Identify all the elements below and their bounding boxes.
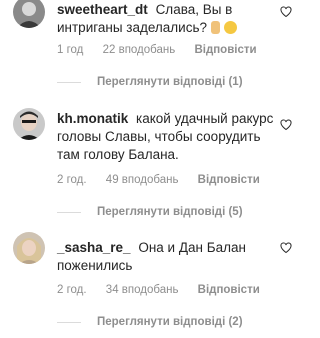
comment-time[interactable]: 2 год.	[57, 284, 87, 296]
view-replies-button[interactable]: Переглянути відповіді (5)	[57, 206, 243, 218]
comment-body: sweetheart_dt Слава, Вы в интриганы заде…	[57, 1, 275, 37]
comment-username[interactable]: _sasha_re_	[57, 240, 131, 255]
comment-3: _sasha_re_ Она и Дан Балан поженились 2 …	[0, 228, 308, 338]
reply-button[interactable]: Відповісти	[198, 174, 260, 186]
comment-body: _sasha_re_ Она и Дан Балан поженились	[57, 239, 275, 275]
view-replies-button[interactable]: Переглянути відповіді (2)	[57, 316, 243, 328]
comment-time[interactable]: 1 год	[57, 44, 83, 56]
divider-line	[57, 211, 81, 213]
view-replies-button[interactable]: Переглянути відповіді (1)	[57, 76, 243, 88]
divider-line	[57, 321, 81, 323]
reply-button[interactable]: Відповісти	[198, 284, 260, 296]
comment-meta: 1 год 22 вподобань Відповісти	[57, 44, 257, 56]
avatar[interactable]	[13, 108, 45, 140]
comment-time[interactable]: 2 год.	[57, 174, 87, 186]
laughing-emoji-icon	[223, 21, 237, 34]
comment-meta: 2 год. 34 вподобань Відповісти	[57, 284, 260, 296]
comment-likes[interactable]: 49 вподобань	[106, 174, 179, 186]
comment-username[interactable]: sweetheart_dt	[57, 2, 148, 17]
comment-username[interactable]: kh.monatik	[57, 111, 128, 126]
comment-likes[interactable]: 34 вподобань	[106, 284, 179, 296]
shrug-emoji-icon	[210, 21, 220, 34]
comment-body: kh.monatik какой удачный ракурс головы С…	[57, 110, 275, 164]
heart-outline-icon[interactable]	[280, 242, 292, 254]
comment-2: kh.monatik какой удачный ракурс головы С…	[0, 108, 308, 228]
comment-likes[interactable]: 22 вподобань	[103, 44, 176, 56]
heart-outline-icon[interactable]	[280, 6, 292, 18]
reply-button[interactable]: Відповісти	[194, 44, 256, 56]
avatar[interactable]	[13, 0, 45, 28]
heart-outline-icon[interactable]	[280, 119, 292, 131]
comment-1: sweetheart_dt Слава, Вы в интриганы заде…	[0, 0, 308, 110]
view-replies-label: Переглянути відповіді (2)	[97, 316, 243, 328]
comment-meta: 2 год. 49 вподобань Відповісти	[57, 174, 260, 186]
divider-line	[57, 81, 81, 83]
view-replies-label: Переглянути відповіді (5)	[97, 206, 243, 218]
avatar[interactable]	[13, 232, 45, 264]
view-replies-label: Переглянути відповіді (1)	[97, 76, 243, 88]
